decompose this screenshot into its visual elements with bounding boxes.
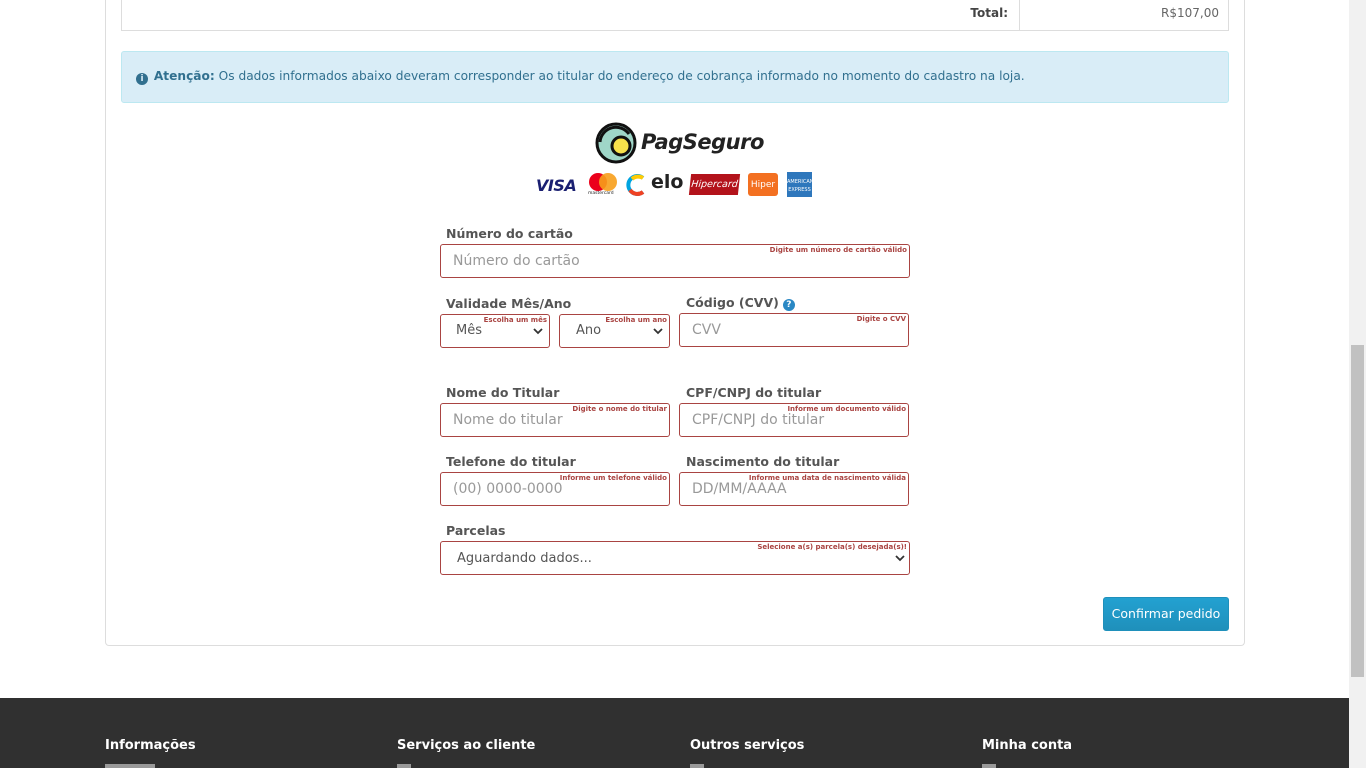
alert-title: Atenção: [153, 69, 215, 83]
installments-label: Parcelas [446, 523, 506, 538]
cvv-placeholder: CVV [692, 322, 721, 338]
footer-heading-conta: Minha conta [982, 738, 1073, 753]
month-select-value: Mês [456, 323, 482, 338]
table-divider [1019, 0, 1020, 30]
birth-label: Nascimento do titular [686, 454, 840, 469]
cvv-label-text: Código (CVV) [686, 295, 779, 310]
phone-placeholder: (00) 0000-0000 [453, 481, 563, 497]
mastercard-logo: mastercard [586, 172, 620, 197]
info-icon: i [136, 73, 148, 85]
order-total-row: Total: R$107,00 [121, 0, 1229, 31]
month-select[interactable]: Mês Escolha um mês [440, 314, 550, 348]
brand-name: PagSeguro [641, 130, 764, 154]
pagseguro-logo-icon [595, 122, 637, 164]
footer-link[interactable] [105, 764, 155, 768]
validity-label: Validade Mês/Ano [446, 296, 572, 311]
card-number-placeholder: Número do cartão [453, 253, 580, 269]
month-error: Escolha um mês [483, 316, 547, 324]
hiper-logo: Hiper [748, 173, 778, 196]
installments-value: Aguardando dados... [457, 551, 592, 566]
birth-error: Informe uma data de nascimento válida [748, 474, 906, 482]
installments-error: Selecione a(s) parcela(s) desejada(s)! [757, 543, 907, 551]
phone-label: Telefone do titular [446, 454, 576, 469]
holder-doc-error: Informe um documento válido [787, 405, 906, 413]
question-icon[interactable]: ? [782, 299, 795, 311]
attention-alert: i Atenção: Os dados informados abaixo de… [121, 51, 1229, 103]
footer-link[interactable] [982, 764, 996, 768]
chevron-down-icon [653, 328, 663, 335]
birth-input[interactable]: DD/MM/AAAA Informe uma data de nasciment… [679, 472, 909, 506]
cvv-label: Código (CVV)? [686, 295, 795, 311]
footer-heading-outros: Outros serviços [690, 738, 805, 753]
total-value: R$107,00 [1161, 6, 1219, 20]
total-label: Total: [970, 6, 1008, 20]
phone-input[interactable]: (00) 0000-0000 Informe um telefone válid… [440, 472, 670, 506]
holder-doc-input[interactable]: CPF/CNPJ do titular Informe um documento… [679, 403, 909, 437]
holder-doc-placeholder: CPF/CNPJ do titular [692, 412, 825, 428]
birth-placeholder: DD/MM/AAAA [692, 481, 787, 497]
hipercard-logo: Hipercard [688, 174, 741, 195]
holder-name-label: Nome do Titular [446, 385, 560, 400]
pagseguro-logo: PagSeguro [595, 122, 775, 164]
visa-logo: VISA [536, 176, 577, 195]
mastercard-text: mastercard [588, 191, 614, 196]
installments-select[interactable]: Aguardando dados... Selecione a(s) parce… [440, 541, 910, 575]
card-number-input[interactable]: Número do cartão Digite um número de car… [440, 244, 910, 278]
confirm-order-button[interactable]: Confirmar pedido [1103, 597, 1229, 631]
card-number-label: Número do cartão [446, 226, 573, 241]
elo-text: elo [651, 171, 684, 193]
footer-heading-servicos: Serviços ao cliente [397, 738, 536, 753]
cvv-input[interactable]: CVV Digite o CVV [679, 313, 909, 347]
card-number-error: Digite um número de cartão válido [769, 246, 907, 254]
alert-text: Os dados informados abaixo deveram corre… [218, 69, 1025, 83]
cvv-error: Digite o CVV [856, 315, 906, 323]
year-select-value: Ano [576, 323, 602, 338]
holder-name-input[interactable]: Nome do titular Digite o nome do titular [440, 403, 670, 437]
year-error: Escolha um ano [605, 316, 667, 324]
scrollbar-thumb[interactable] [1351, 345, 1364, 677]
holder-name-error: Digite o nome do titular [572, 405, 667, 413]
chevron-down-icon [895, 555, 905, 562]
site-footer: Informações Serviços ao cliente Outros s… [0, 698, 1349, 768]
chevron-down-icon [533, 328, 543, 335]
phone-error: Informe um telefone válido [559, 474, 667, 482]
year-select[interactable]: Ano Escolha um ano [559, 314, 670, 348]
holder-name-placeholder: Nome do titular [453, 412, 563, 428]
footer-link[interactable] [690, 764, 704, 768]
holder-doc-label: CPF/CNPJ do titular [686, 385, 822, 400]
footer-link[interactable] [397, 764, 411, 768]
page-scrollbar[interactable] [1349, 0, 1366, 768]
footer-heading-informacoes: Informações [105, 738, 196, 753]
amex-logo: AMERICAN EXPRESS [787, 172, 814, 197]
